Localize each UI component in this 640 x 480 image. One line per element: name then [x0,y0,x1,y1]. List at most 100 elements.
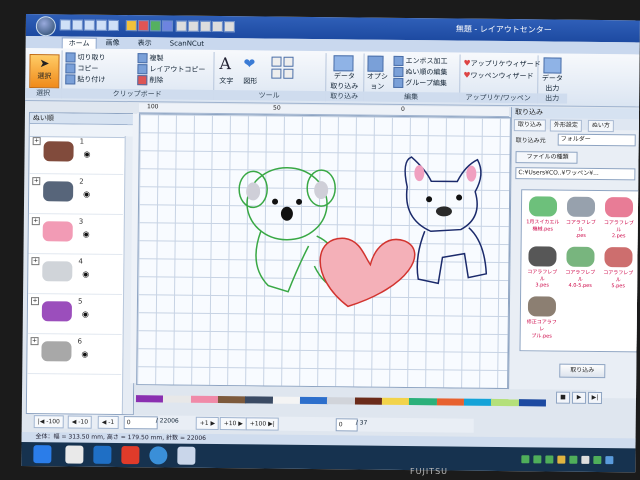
shape-tool-icon[interactable]: ❤ [243,56,255,72]
tray-icon[interactable] [593,455,602,465]
quick-tool-icon[interactable] [199,20,211,32]
paste-button[interactable]: 貼り付け [65,74,105,85]
quick-redo-icon[interactable] [107,19,119,31]
quick-tool-icon[interactable] [187,20,199,32]
sew-order-item[interactable]: +5 ◉ [27,295,123,336]
tray-icon[interactable] [581,455,590,464]
quick-tool-icon[interactable] [223,21,235,33]
quick-tool-icon[interactable] [175,20,187,32]
tab-import[interactable]: 取り込み [513,119,546,132]
data-output-label[interactable]: データ 出力 [537,73,567,93]
eye-icon[interactable]: ◉ [81,350,88,359]
quick-new-icon[interactable] [59,19,71,31]
tab-image[interactable]: 画像 [100,38,126,49]
eye-icon[interactable]: ◉ [83,230,90,239]
tray-icon[interactable] [557,455,566,464]
delete-button[interactable]: 削除 [137,75,163,86]
quick-tool-icon[interactable] [137,20,149,32]
tab-sewing[interactable]: ぬい方 [587,119,614,133]
cut-button[interactable]: 切り取り [65,52,106,63]
data-import-label[interactable]: データ 取り込み [327,71,361,91]
design-thumbnail[interactable]: コアラフレブル 5.pes [601,247,635,289]
shape-label[interactable]: 図形 [243,76,257,86]
app-icon[interactable] [121,446,140,465]
expand-icon[interactable]: + [31,217,40,226]
file-explorer-icon[interactable] [65,445,84,464]
design-canvas[interactable] [136,113,511,390]
zoom-out-icon[interactable] [271,68,295,79]
sew-order-button[interactable]: ぬい順の編集 [393,66,447,78]
expand-icon[interactable]: + [32,137,41,146]
text-tool-icon[interactable]: A [219,54,231,73]
design-thumbnail[interactable]: コアラフレブル 4.0-5.pes [563,246,597,289]
expand-icon[interactable]: + [30,297,40,306]
play-button[interactable]: ▶ [571,391,587,404]
next-button[interactable]: ▶| [587,391,603,405]
tab-scanncut[interactable]: ScanNCut [164,38,210,49]
text-label[interactable]: 文字 [219,76,233,86]
current-stitch-field[interactable]: 0 [123,416,158,430]
expand-icon[interactable]: + [31,257,40,266]
quick-tool-icon[interactable] [211,20,223,33]
select-button[interactable]: ➤ 選択 [29,54,60,89]
eye-icon[interactable]: ◉ [83,190,90,199]
page-field[interactable]: 0 [335,418,358,432]
step-forward-1-button[interactable]: +1 ▶ [195,416,220,431]
layout-copy-button[interactable]: レイアウトコピー [137,64,205,75]
quick-tool-icon[interactable] [125,20,137,32]
layout-center-icon[interactable] [177,446,196,465]
quick-tool-icon[interactable] [149,20,161,32]
ruler-label: 100 [146,103,159,111]
tab-outline[interactable]: 外形設定 [549,119,582,132]
group-edit-button[interactable]: グループ編集 [393,77,447,89]
app-orb-icon[interactable] [35,16,56,37]
design-thumbnail[interactable]: 1月スイカエル 機械.pes [526,196,560,233]
design-thumbnail[interactable]: 修正コアラフレ ブル.pes [525,296,559,340]
tray-icon[interactable] [605,456,614,465]
tab-view[interactable]: 表示 [132,38,158,49]
quick-save-icon[interactable] [83,19,95,31]
quick-tool-icon[interactable] [161,20,173,32]
sew-order-item[interactable]: +2 ◉ [28,175,124,216]
tray-icon[interactable] [521,455,530,464]
applique-wizard-button[interactable]: ♥アップリケウィザード [463,59,540,70]
duplicate-button[interactable]: 複製 [137,53,164,64]
wappen-wizard-button[interactable]: ♥ワッペンウィザード [463,71,533,82]
step-forward-100-button[interactable]: +100 ▶| [245,417,279,431]
design-thumbnail[interactable]: コアラフレブル .pes [564,196,598,239]
internet-explorer-icon[interactable] [149,446,168,465]
sew-order-item[interactable]: +1 ◉ [29,135,124,176]
step-back-1-button[interactable]: ◀ -1 [97,415,119,429]
data-output-icon[interactable] [543,57,562,74]
step-back-10-button[interactable]: ◀ -10 [67,415,93,429]
eye-icon[interactable]: ◉ [82,310,89,319]
sew-order-item[interactable]: +4 ◉ [28,255,123,296]
windows-start-icon[interactable] [33,445,52,464]
quick-open-icon[interactable] [71,19,83,31]
sew-order-item[interactable]: +3 ◉ [28,215,123,256]
step-forward-10-button[interactable]: +10 ▶ [219,417,247,431]
copy-button[interactable]: コピー [65,63,98,74]
tray-icon[interactable] [569,455,578,464]
expand-icon[interactable]: + [30,337,39,346]
outlook-icon[interactable] [93,445,112,464]
import-button[interactable]: 取り込み [559,363,606,379]
design-thumbnail[interactable]: コアラフレブル 2.pes [602,197,636,239]
quick-undo-icon[interactable] [95,19,107,31]
file-type-button[interactable]: ファイルの種類 [515,151,578,164]
design-thumbnail[interactable]: コアラフレブル 3.pes [525,246,559,288]
tray-icon[interactable] [545,455,554,464]
zoom-in-icon[interactable] [271,56,295,67]
tray-icon[interactable] [533,455,542,464]
source-select[interactable]: フォルダー [557,133,636,147]
stop-button[interactable]: ■ [555,391,571,404]
eye-icon[interactable]: ◉ [83,150,90,159]
options-icon[interactable] [367,55,384,72]
emboss-button[interactable]: エンボス加工 [393,55,448,67]
expand-icon[interactable]: + [32,177,41,186]
eye-icon[interactable]: ◉ [82,270,89,279]
thread-color-segment [409,398,438,406]
data-import-icon[interactable] [333,55,354,72]
step-back-100-button[interactable]: |◀ -100 [33,415,64,429]
sew-order-item[interactable]: +6 ◉ [27,335,122,376]
